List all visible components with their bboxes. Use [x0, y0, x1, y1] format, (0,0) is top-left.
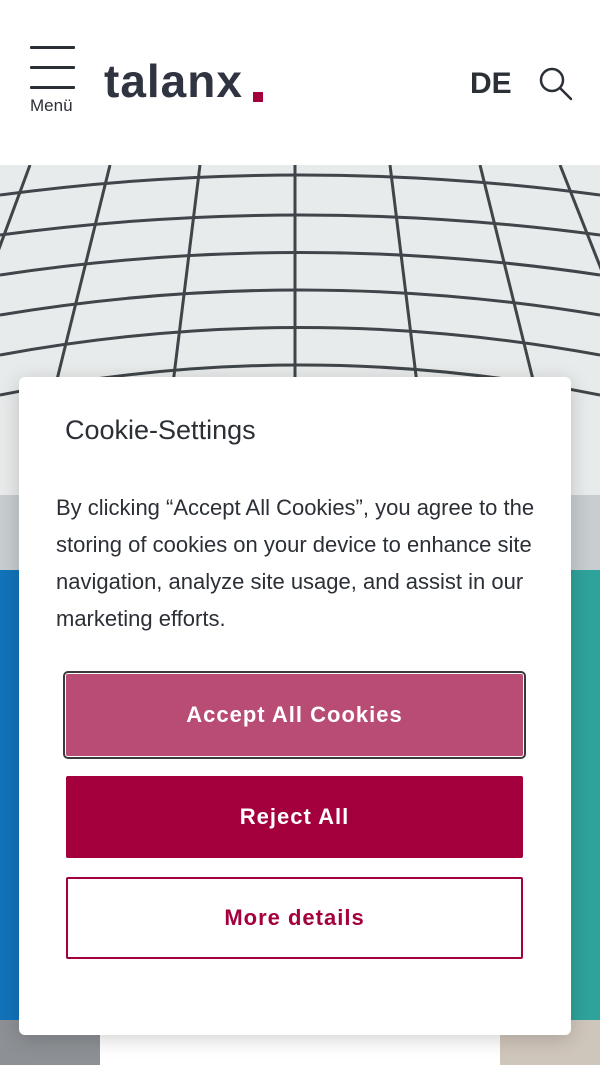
logo-dot: [253, 92, 263, 102]
language-switch[interactable]: DE: [470, 64, 512, 104]
hamburger-icon-bar: [30, 66, 75, 69]
more-details-button[interactable]: More details: [66, 877, 523, 959]
reject-all-button[interactable]: Reject All: [66, 776, 523, 858]
search-icon: [539, 67, 573, 101]
search-button[interactable]: [538, 66, 574, 102]
hamburger-icon-bar: [30, 86, 75, 89]
cookie-dialog: Cookie-Settings By clicking “Accept All …: [19, 377, 571, 1035]
cookie-dialog-text: By clicking “Accept All Cookies”, you ag…: [56, 495, 535, 631]
hamburger-icon: [30, 46, 75, 49]
accept-all-cookies-button[interactable]: Accept All Cookies: [63, 671, 526, 759]
menu-button[interactable]: Menü: [28, 46, 78, 118]
site-header: Menü talanx DE: [0, 0, 600, 165]
menu-label: Menü: [30, 96, 73, 115]
cookie-dialog-title: Cookie-Settings: [65, 415, 256, 445]
talanx-logo[interactable]: talanx: [104, 56, 243, 106]
